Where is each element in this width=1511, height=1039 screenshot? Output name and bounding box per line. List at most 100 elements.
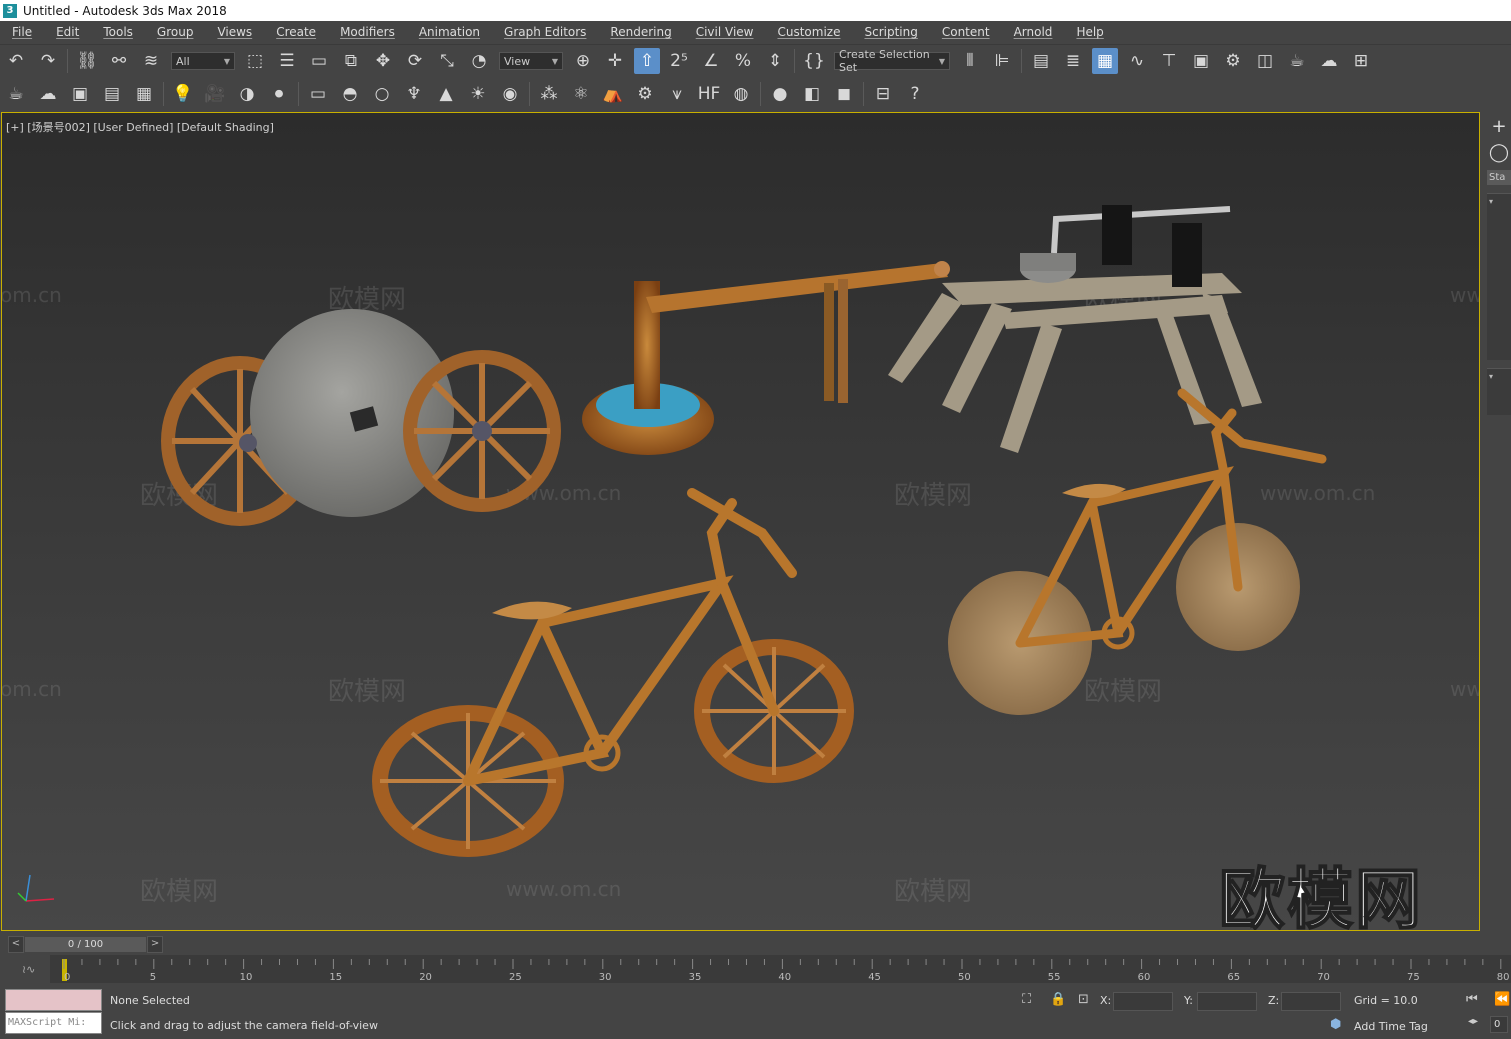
orb-icon[interactable]: ◉: [497, 81, 523, 107]
video-camera-icon[interactable]: ⏺: [266, 81, 292, 107]
hemisphere-icon[interactable]: ◓: [337, 81, 363, 107]
object-type-rollout[interactable]: ▾: [1487, 193, 1511, 360]
sun-icon[interactable]: ☀: [465, 81, 491, 107]
camera-icon[interactable]: 🎥: [202, 81, 228, 107]
selection-filter-dropdown[interactable]: All ▼: [171, 52, 235, 70]
keyboard-shortcut-override-icon[interactable]: ⇧: [634, 48, 660, 74]
light-lister-icon[interactable]: 💡: [170, 81, 196, 107]
grass-icon[interactable]: ⩛: [664, 81, 690, 107]
basket-icon[interactable]: ♆: [401, 81, 427, 107]
maxscript-mini-input[interactable]: MAXScript Mi:: [5, 1012, 102, 1034]
curve-editor-icon[interactable]: ∿: [1124, 48, 1150, 74]
schematic-view-icon[interactable]: ⊤: [1156, 48, 1182, 74]
batch-render-icon[interactable]: ⊟: [870, 81, 896, 107]
render-in-cloud-icon[interactable]: ⊞: [1348, 48, 1374, 74]
scene-explorer-icon[interactable]: ▤: [1028, 48, 1054, 74]
help-icon[interactable]: ?: [902, 81, 928, 107]
layer-explorer-icon[interactable]: ≣: [1060, 48, 1086, 74]
time-tag-icon[interactable]: ⬢: [1330, 1017, 1341, 1032]
pivot-center-icon[interactable]: ⊕: [570, 48, 596, 74]
select-manipulate-icon[interactable]: ✛: [602, 48, 628, 74]
snaps-toggle-icon[interactable]: 2⁵: [666, 48, 692, 74]
select-object-icon[interactable]: ⬚: [242, 48, 268, 74]
menu-tools[interactable]: Tools: [91, 25, 145, 39]
list-icon[interactable]: ▤: [99, 81, 125, 107]
link-icon[interactable]: ⛓: [74, 48, 100, 74]
y-coordinate-field[interactable]: [1197, 992, 1257, 1011]
menu-help[interactable]: Help: [1064, 25, 1115, 39]
current-frame-field[interactable]: 0: [1490, 1016, 1508, 1033]
previous-frame-button[interactable]: <: [8, 936, 24, 953]
maxscript-listener-mini[interactable]: [5, 989, 102, 1011]
menu-file[interactable]: File: [0, 25, 44, 39]
edit-named-selection-icon[interactable]: {}: [801, 48, 827, 74]
teapot-icon[interactable]: ☕: [3, 81, 29, 107]
track-bar[interactable]: ≀∿ 0 5 10 15 20 25 30 35 40 45 50 55 60 65 70 75 80: [0, 955, 1511, 983]
scatter-icon[interactable]: ⁂: [536, 81, 562, 107]
render-production-icon[interactable]: ☕: [1284, 48, 1310, 74]
time-slider-thumb[interactable]: 0 / 100: [24, 937, 147, 952]
tent-icon[interactable]: ⛺: [600, 81, 626, 107]
undo-icon[interactable]: ↶: [3, 48, 29, 74]
rectangular-selection-icon[interactable]: ▭: [306, 48, 332, 74]
ribbon-toggle-icon[interactable]: ▦: [1092, 48, 1118, 74]
material-editor-icon[interactable]: ▣: [1188, 48, 1214, 74]
reference-coordinate-dropdown[interactable]: View ▼: [499, 52, 563, 70]
cone-icon[interactable]: ▲: [433, 81, 459, 107]
z-coordinate-field[interactable]: [1281, 992, 1341, 1011]
geometry-sphere-icon[interactable]: ◯: [1488, 142, 1510, 164]
well-pump-model[interactable]: [582, 261, 950, 455]
menu-views[interactable]: Views: [205, 25, 264, 39]
lock-icon[interactable]: 🔒: [1050, 992, 1066, 1007]
previous-key-icon[interactable]: ⏪: [1494, 992, 1510, 1007]
yarn-ball-icon[interactable]: ◍: [728, 81, 754, 107]
named-selection-dropdown[interactable]: Create Selection Set ▼: [834, 48, 950, 74]
window-crossing-icon[interactable]: ⧉: [338, 48, 364, 74]
curve-icon[interactable]: ≀∿: [22, 963, 35, 976]
wooden-bicycle-model-left[interactable]: [372, 488, 854, 857]
add-time-tag-button[interactable]: Add Time Tag: [1354, 1020, 1428, 1033]
standard-primitives-dropdown[interactable]: Sta: [1487, 170, 1511, 185]
create-tab-plus-icon[interactable]: +: [1488, 116, 1510, 138]
menu-group[interactable]: Group: [145, 25, 206, 39]
gear-icon[interactable]: ⚙: [632, 81, 658, 107]
menu-arnold[interactable]: Arnold: [1002, 25, 1065, 39]
redo-icon[interactable]: ↷: [35, 48, 61, 74]
menu-civil-view[interactable]: Civil View: [684, 25, 766, 39]
menu-edit[interactable]: Edit: [44, 25, 91, 39]
grid-icon[interactable]: ▦: [131, 81, 157, 107]
sound-icon[interactable]: ◑: [234, 81, 260, 107]
sphere-icon[interactable]: ○: [369, 81, 395, 107]
cloud-icon[interactable]: ☁: [35, 81, 61, 107]
molecule-icon[interactable]: ⚛: [568, 81, 594, 107]
render-setup-icon[interactable]: ⚙: [1220, 48, 1246, 74]
scale-icon[interactable]: ⤡: [434, 48, 460, 74]
material-map-icon[interactable]: ◧: [799, 81, 825, 107]
menu-create[interactable]: Create: [264, 25, 328, 39]
name-color-rollout[interactable]: ▾: [1487, 368, 1511, 415]
x-coordinate-field[interactable]: [1113, 992, 1173, 1011]
percent-snap-icon[interactable]: %: [730, 48, 756, 74]
move-icon[interactable]: ✥: [370, 48, 396, 74]
go-to-start-icon[interactable]: ⏮: [1466, 992, 1478, 1007]
render-preview-icon[interactable]: ◼: [831, 81, 857, 107]
next-frame-button[interactable]: >: [147, 936, 163, 953]
menu-animation[interactable]: Animation: [407, 25, 492, 39]
bind-space-warp-icon[interactable]: ≋: [138, 48, 164, 74]
menu-customize[interactable]: Customize: [765, 25, 852, 39]
render-activeshade-icon[interactable]: ☁: [1316, 48, 1342, 74]
time-configuration-icon[interactable]: ◂▸: [1468, 1016, 1478, 1027]
plane-icon[interactable]: ▭: [305, 81, 331, 107]
angle-snap-icon[interactable]: ∠: [698, 48, 724, 74]
millstone-cart-model[interactable]: [161, 309, 561, 526]
align-icon[interactable]: ⊫: [989, 48, 1015, 74]
rotate-icon[interactable]: ⟳: [402, 48, 428, 74]
render-frame-icon[interactable]: ▣: [67, 81, 93, 107]
absolute-mode-icon[interactable]: ⊡: [1078, 992, 1089, 1007]
menu-modifiers[interactable]: Modifiers: [328, 25, 407, 39]
placement-icon[interactable]: ◔: [466, 48, 492, 74]
material-sphere-icon[interactable]: ●: [767, 81, 793, 107]
menu-rendering[interactable]: Rendering: [598, 25, 683, 39]
menu-graph-editors[interactable]: Graph Editors: [492, 25, 598, 39]
menu-content[interactable]: Content: [930, 25, 1002, 39]
